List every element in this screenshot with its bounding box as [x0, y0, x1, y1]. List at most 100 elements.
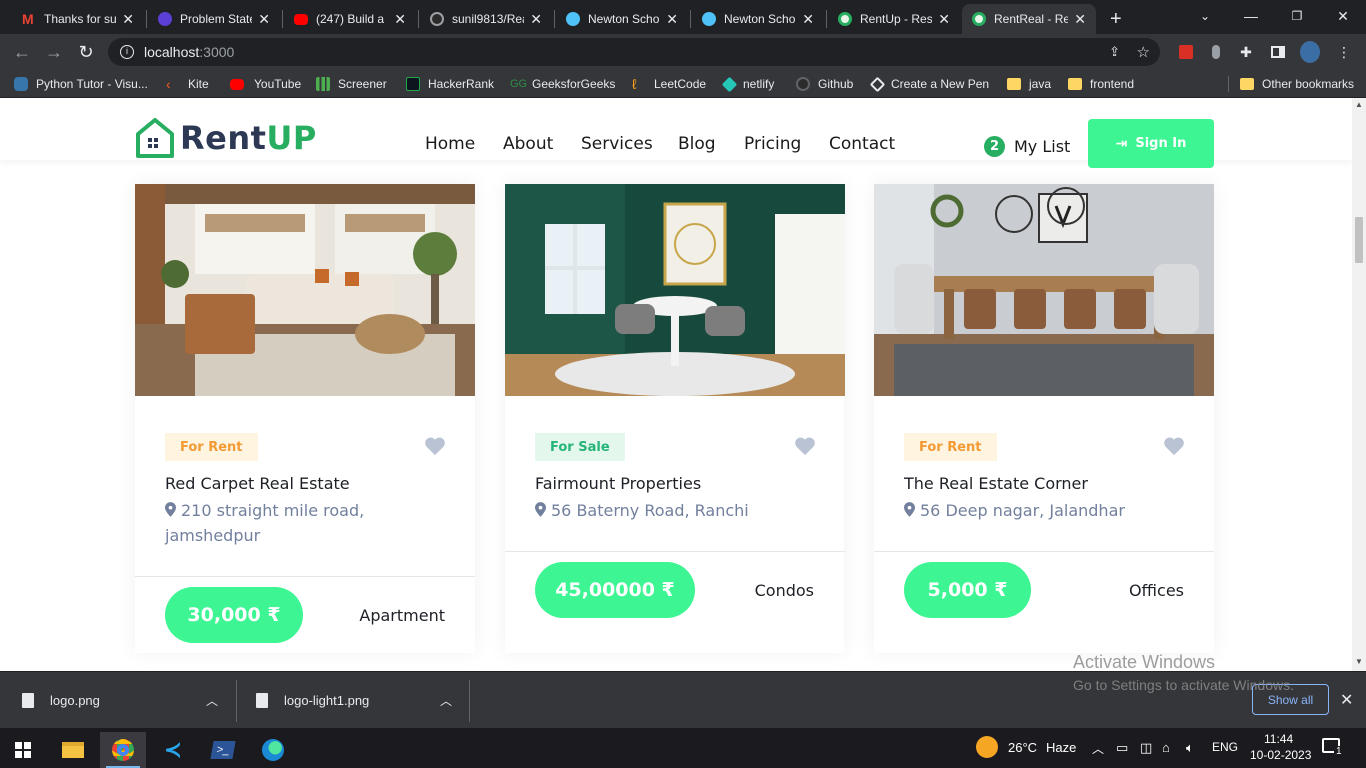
nav-home[interactable]: Home — [425, 134, 475, 154]
language-indicator[interactable]: ENG — [1212, 740, 1238, 754]
my-list-link[interactable]: 2 My List — [984, 136, 1070, 157]
bookmark-hackerrank[interactable]: HackerRank — [406, 76, 494, 92]
bookmark-leetcode[interactable]: ℓ LeetCode — [632, 76, 706, 92]
tab-problem-statement[interactable]: Problem State ✕ — [148, 4, 280, 34]
download-item[interactable]: logo.png ︿ — [22, 672, 222, 728]
listing-image[interactable] — [135, 184, 475, 396]
nav-services[interactable]: Services — [581, 134, 653, 154]
bookmark-github[interactable]: Github — [796, 76, 853, 92]
weather-temp[interactable]: 26°C — [1008, 740, 1037, 755]
bookmark-python-tutor[interactable]: Python Tutor - Visu... — [14, 76, 148, 92]
close-icon[interactable]: ✕ — [1074, 11, 1086, 28]
volume-icon[interactable]: 🔈︎ — [1186, 740, 1194, 756]
tab-youtube[interactable]: (247) Build a l ✕ — [284, 4, 416, 34]
price-button[interactable]: 45,00000 ₹ — [535, 562, 695, 618]
powershell-button[interactable]: >_ — [200, 732, 246, 768]
tab-search-icon[interactable]: ⌄ — [1182, 0, 1228, 32]
restore-button[interactable]: ❐ — [1274, 0, 1320, 32]
listing-image[interactable] — [874, 184, 1214, 396]
close-icon[interactable]: ✕ — [1340, 690, 1353, 710]
extensions-puzzle-icon[interactable]: ✚ — [1236, 42, 1256, 62]
close-icon[interactable]: ✕ — [122, 11, 134, 28]
netlify-icon — [721, 76, 738, 92]
start-button[interactable] — [0, 732, 46, 768]
bookmark-codepen[interactable]: Create a New Pen — [869, 76, 989, 92]
sign-in-icon: ⇥ — [1115, 135, 1128, 152]
clock-date[interactable]: 10-02-2023 — [1250, 748, 1311, 762]
chevron-up-icon[interactable]: ︿ — [1092, 740, 1104, 757]
listing-card[interactable]: For Sale Fairmount Properties 56 Baterny… — [505, 184, 845, 653]
extension-icon[interactable] — [1176, 42, 1196, 62]
nav-about[interactable]: About — [503, 134, 553, 154]
address-bar[interactable]: i localhost:3000 ⇪ ☆ — [108, 38, 1160, 66]
bookmark-screener[interactable]: Screener — [316, 76, 387, 92]
download-item[interactable]: logo-light1.png ︿ — [256, 672, 456, 728]
side-panel-icon[interactable] — [1268, 42, 1288, 62]
location-pin-icon — [165, 502, 176, 517]
nav-pricing[interactable]: Pricing — [744, 134, 801, 154]
price-button[interactable]: 30,000 ₹ — [165, 587, 303, 643]
tab-rentup[interactable]: RentUp - Resi ✕ — [828, 4, 960, 34]
tab-newton-2[interactable]: Newton Scho ✕ — [692, 4, 824, 34]
site-info-icon[interactable]: i — [120, 45, 134, 59]
close-icon[interactable]: ✕ — [802, 11, 814, 28]
close-icon[interactable]: ✕ — [530, 11, 542, 28]
tab-rentreal-active[interactable]: RentReal - Re ✕ — [962, 4, 1096, 34]
nav-contact[interactable]: Contact — [829, 134, 895, 154]
close-icon[interactable]: ✕ — [394, 11, 406, 28]
page-scrollbar[interactable]: ▲ ▼ — [1352, 98, 1366, 671]
chrome-button[interactable] — [100, 732, 146, 768]
weather-icon[interactable] — [976, 736, 998, 761]
webcam-icon[interactable]: ◫ — [1140, 740, 1152, 756]
network-icon[interactable]: ⌂ — [1162, 740, 1170, 755]
weather-desc[interactable]: Haze — [1046, 740, 1076, 755]
listing-card[interactable]: For Rent Red Carpet Real Estate 210 stra… — [135, 184, 475, 653]
url-port: :3000 — [199, 44, 235, 60]
tab-newton-1[interactable]: Newton Scho ✕ — [556, 4, 688, 34]
vscode-button[interactable]: ≺ — [150, 732, 196, 768]
close-window-button[interactable]: ✕ — [1320, 0, 1366, 32]
minimize-button[interactable]: — — [1228, 0, 1274, 32]
bookmark-folder-java[interactable]: java — [1007, 76, 1051, 92]
tab-gmail[interactable]: M Thanks for su ✕ — [12, 4, 144, 34]
share-icon[interactable]: ⇪ — [1109, 44, 1120, 60]
back-button[interactable]: ← — [10, 40, 34, 64]
tab-github[interactable]: sunil9813/Rea ✕ — [420, 4, 552, 34]
price-button[interactable]: 5,000 ₹ — [904, 562, 1031, 618]
close-icon[interactable]: ✕ — [938, 11, 950, 28]
clock-time[interactable]: 11:44 — [1264, 732, 1293, 746]
chevron-up-icon[interactable]: ︿ — [440, 692, 452, 709]
new-tab-button[interactable]: + — [1104, 4, 1134, 34]
listing-image[interactable] — [505, 184, 845, 396]
heart-icon[interactable] — [424, 436, 446, 456]
listing-title[interactable]: Red Carpet Real Estate — [165, 474, 350, 493]
reload-button[interactable]: ↻ — [74, 40, 98, 64]
scrollbar-thumb[interactable] — [1355, 217, 1363, 263]
extension-icon[interactable] — [1206, 42, 1226, 62]
file-explorer-button[interactable] — [50, 732, 96, 768]
close-icon[interactable]: ✕ — [258, 11, 270, 28]
bookmark-netlify[interactable]: netlify — [721, 76, 774, 92]
listing-title[interactable]: The Real Estate Corner — [904, 474, 1088, 493]
bookmark-youtube[interactable]: YouTube — [230, 76, 301, 92]
listing-title[interactable]: Fairmount Properties — [535, 474, 701, 493]
bookmark-geeksforgeeks[interactable]: GG GeeksforGeeks — [510, 76, 615, 92]
bookmark-kite[interactable]: ‹ Kite — [166, 76, 209, 92]
profile-avatar[interactable] — [1300, 41, 1320, 63]
sign-in-button[interactable]: ⇥ Sign In — [1088, 119, 1214, 168]
other-bookmarks[interactable]: Other bookmarks — [1240, 76, 1354, 92]
edge-button[interactable] — [250, 732, 296, 768]
bookmark-folder-frontend[interactable]: frontend — [1068, 76, 1134, 92]
chevron-up-icon[interactable]: ︿ — [206, 692, 218, 709]
notification-icon[interactable]: 1 — [1322, 738, 1344, 757]
heart-icon[interactable] — [1163, 436, 1185, 456]
listing-card[interactable]: For Rent The Real Estate Corner 56 Deep … — [874, 184, 1214, 653]
nav-blog[interactable]: Blog — [678, 134, 716, 154]
menu-icon[interactable]: ⋮ — [1334, 42, 1354, 62]
site-logo[interactable]: RentUP — [134, 116, 317, 160]
bookmark-star-icon[interactable]: ☆ — [1137, 43, 1150, 61]
device-icon[interactable]: ▭ — [1116, 740, 1128, 756]
forward-button[interactable]: → — [42, 40, 66, 64]
heart-icon[interactable] — [794, 436, 816, 456]
close-icon[interactable]: ✕ — [666, 11, 678, 28]
